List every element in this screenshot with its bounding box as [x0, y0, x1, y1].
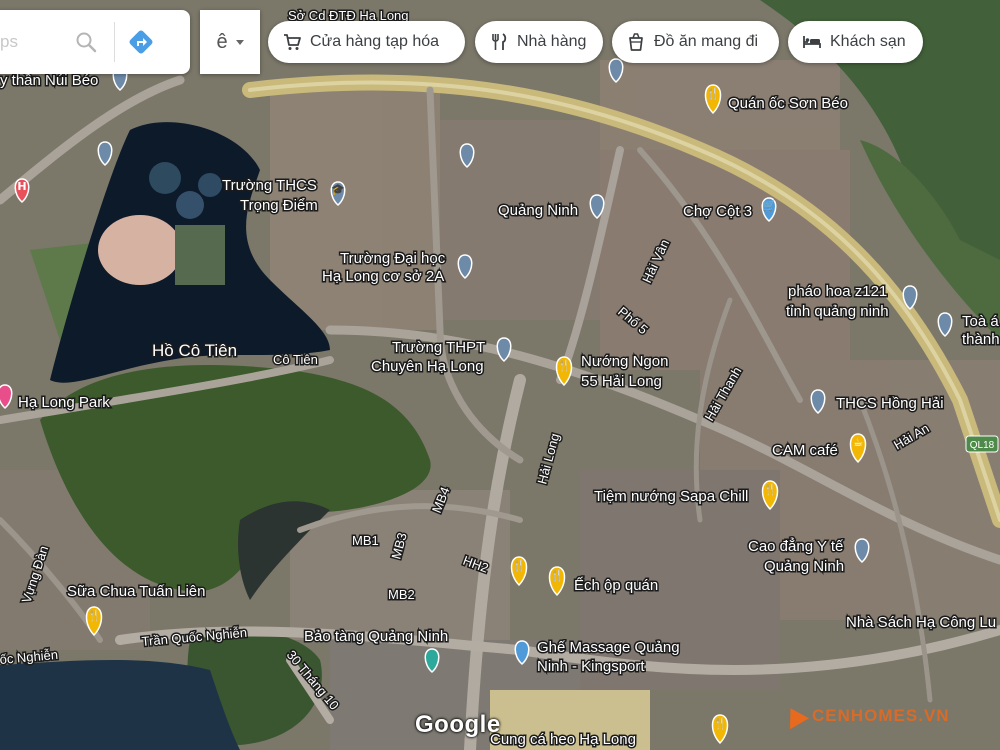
- takeout-icon: [629, 33, 643, 51]
- label-nha-sach: Nhà Sách Hạ Công Lu: [846, 614, 996, 631]
- label-dh-ha-long-2: Hạ Long cơ sở 2A: [322, 268, 444, 285]
- chip-restaurant[interactable]: Nhà hàng: [475, 21, 603, 63]
- label-thcs-trong-diem-1: Trường THCS: [222, 177, 317, 194]
- label-dh-ha-long-1: Trường Đại học: [340, 250, 446, 267]
- svg-text:🍴: 🍴: [713, 717, 727, 730]
- svg-text:🍴: 🍴: [557, 359, 571, 372]
- restaurant-icon: [492, 33, 507, 50]
- chip-hotel[interactable]: Khách sạn: [788, 21, 923, 63]
- label-ho-co-tien: Hồ Cô Tiên: [152, 341, 237, 360]
- label-nui-beo: y thần Núi Béo: [0, 72, 98, 89]
- chip-restaurant-label: Nhà hàng: [517, 33, 587, 50]
- svg-text:🍴: 🍴: [87, 609, 101, 622]
- label-sapa-chill: Tiệm nướng Sapa Chill: [594, 488, 748, 505]
- watermark-text: CENHOMES.VN: [812, 706, 950, 725]
- hotel-icon: [803, 36, 821, 48]
- label-oc-son-beo: Quán ốc Sơn Béo: [728, 95, 848, 112]
- search-box[interactable]: ps: [0, 10, 190, 74]
- label-sua-chua: Sữa Chua Tuấn Liên: [67, 583, 205, 600]
- label-cho-cot3: Chợ Cột 3: [683, 203, 752, 220]
- svg-text:🍴: 🍴: [512, 559, 526, 572]
- directions-icon[interactable]: [127, 28, 155, 56]
- language-selector[interactable]: ê: [200, 10, 260, 74]
- search-icon[interactable]: [74, 30, 98, 54]
- svg-text:🛒: 🛒: [762, 199, 776, 212]
- label-thpt-1: Trường THPT: [392, 339, 485, 356]
- label-ha-long-park: Hạ Long Park: [18, 394, 110, 411]
- svg-text:🍴: 🍴: [763, 483, 777, 496]
- svg-text:H: H: [17, 180, 26, 193]
- search-divider: [114, 22, 115, 62]
- label-quang-ninh: Quảng Ninh: [498, 202, 578, 219]
- label-co-tien: Cô Tiên: [273, 352, 318, 367]
- label-nuong-ngon-2: 55 Hải Long: [581, 373, 662, 390]
- label-phao-hoa-1: pháo hoa z121: [788, 283, 887, 300]
- label-toa-1: Toà á: [962, 313, 999, 330]
- label-ech-op: Ếch ộp quán: [574, 577, 658, 594]
- highway-shield-label: QL18: [970, 440, 995, 451]
- language-label: ê: [216, 30, 228, 53]
- svg-text:🎓: 🎓: [331, 183, 345, 196]
- label-nuong-ngon-1: Nướng Ngon: [581, 353, 668, 370]
- google-logo: Google: [415, 711, 501, 738]
- chip-takeout-label: Đồ ăn mang đi: [654, 33, 759, 50]
- label-ghe-massage-1: Ghế Massage Quảng: [537, 639, 680, 656]
- svg-text:🍴: 🍴: [706, 87, 720, 100]
- label-cung-ca-heo: Cung cá heo Hạ Long: [490, 731, 636, 748]
- label-cd-yte-1: Cao đẳng Y tế: [748, 537, 844, 555]
- cenhomes-watermark: CENHOMES.VN: [780, 702, 950, 730]
- road-label-mb1: MB1: [352, 533, 379, 548]
- label-toa-2: thành: [962, 331, 1000, 348]
- cart-icon: [284, 34, 301, 50]
- label-thcs-trong-diem-2: Trọng Điểm: [240, 197, 318, 214]
- cenhomes-logo-icon: [780, 702, 810, 730]
- label-thcs-hong-hai: THCS Hồng Hải: [836, 395, 944, 412]
- highway-shield-ql18: QL18: [965, 435, 999, 453]
- search-input[interactable]: ps: [0, 32, 70, 52]
- chip-takeout[interactable]: Đồ ăn mang đi: [612, 21, 779, 63]
- label-ghe-massage-2: Ninh - Kingsport: [537, 658, 645, 675]
- svg-text:☕: ☕: [853, 436, 863, 449]
- label-cam-cafe: CAM café: [772, 442, 838, 459]
- chip-hotel-label: Khách sạn: [830, 33, 906, 50]
- caret-down-icon: [235, 39, 244, 45]
- label-thpt-2: Chuyên Hạ Long: [371, 358, 484, 375]
- label-bao-tang: Bảo tàng Quảng Ninh: [304, 628, 448, 645]
- satellite-map[interactable]: 🍴 🍴 ☕ 🍴 🍴 🍴 🍴 🍴 🎓 🛒 H QL18 Sở Cd ĐTĐ Hạ …: [0, 0, 1000, 750]
- label-phao-hoa-2: tỉnh quảng ninh: [786, 303, 889, 320]
- road-label-mb2: MB2: [388, 587, 415, 602]
- chip-grocery-label: Cửa hàng tạp hóa: [310, 33, 440, 50]
- svg-text:🍴: 🍴: [550, 569, 564, 582]
- label-cd-yte-2: Quảng Ninh: [764, 558, 844, 575]
- chip-grocery[interactable]: Cửa hàng tạp hóa: [268, 21, 465, 63]
